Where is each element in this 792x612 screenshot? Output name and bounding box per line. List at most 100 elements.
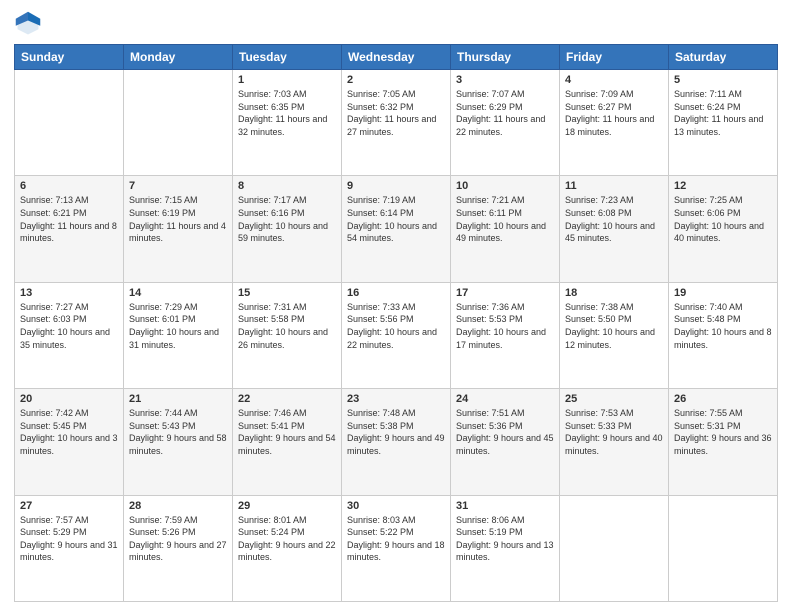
- day-number: 15: [238, 287, 336, 299]
- calendar-cell: 26 Sunrise: 7:55 AM Sunset: 5:31 PM Dayli…: [669, 389, 778, 495]
- calendar-table: SundayMondayTuesdayWednesdayThursdayFrid…: [14, 44, 778, 602]
- calendar-row: 1 Sunrise: 7:03 AM Sunset: 6:35 PM Daylig…: [15, 70, 778, 176]
- day-number: 8: [238, 180, 336, 192]
- calendar-cell: 15 Sunrise: 7:31 AM Sunset: 5:58 PM Dayli…: [233, 282, 342, 388]
- day-info: Sunrise: 7:46 AM Sunset: 5:41 PM Dayligh…: [238, 407, 336, 457]
- day-number: 23: [347, 393, 445, 405]
- calendar-cell: 24Sunrise: 7:51 AM Sunset: 5:36 PM Dayli…: [451, 389, 560, 495]
- calendar-cell: [15, 70, 124, 176]
- calendar-cell: 1 Sunrise: 7:03 AM Sunset: 6:35 PM Daylig…: [233, 70, 342, 176]
- day-number: 12: [674, 180, 772, 192]
- day-info: Sunrise: 7:48 AM Sunset: 5:38 PM Dayligh…: [347, 407, 445, 457]
- day-number: 26: [674, 393, 772, 405]
- day-number: 28: [129, 500, 227, 512]
- calendar-cell: 27 Sunrise: 7:57 AM Sunset: 5:29 PM Dayli…: [15, 495, 124, 601]
- day-info: Sunrise: 7:38 AM Sunset: 5:50 PM Dayligh…: [565, 301, 663, 351]
- day-info: Sunrise: 7:44 AM Sunset: 5:43 PM Dayligh…: [129, 407, 227, 457]
- day-number: 6: [20, 180, 118, 192]
- day-number: 21: [129, 393, 227, 405]
- day-number: 9: [347, 180, 445, 192]
- day-number: 14: [129, 287, 227, 299]
- day-info: Sunrise: 7:40 AM Sunset: 5:48 PM Dayligh…: [674, 301, 772, 351]
- day-number: 4: [565, 74, 663, 86]
- calendar-cell: 10 Sunrise: 7:21 AM Sunset: 6:11 PM Dayli…: [451, 176, 560, 282]
- day-number: 29: [238, 500, 336, 512]
- day-info: Sunrise: 8:06 AM Sunset: 5:19 PM Dayligh…: [456, 514, 554, 564]
- day-number: 27: [20, 500, 118, 512]
- calendar-cell: 7 Sunrise: 7:15 AM Sunset: 6:19 PM Daylig…: [124, 176, 233, 282]
- calendar-row: 6 Sunrise: 7:13 AM Sunset: 6:21 PM Daylig…: [15, 176, 778, 282]
- calendar-cell: [124, 70, 233, 176]
- day-info: Sunrise: 8:03 AM Sunset: 5:22 PM Dayligh…: [347, 514, 445, 564]
- page: SundayMondayTuesdayWednesdayThursdayFrid…: [0, 0, 792, 612]
- header: [14, 10, 778, 38]
- day-number: 22: [238, 393, 336, 405]
- calendar-cell: 16 Sunrise: 7:33 AM Sunset: 5:56 PM Dayli…: [342, 282, 451, 388]
- day-number: 2: [347, 74, 445, 86]
- day-info: Sunrise: 7:03 AM Sunset: 6:35 PM Dayligh…: [238, 88, 336, 138]
- day-info: Sunrise: 7:29 AM Sunset: 6:01 PM Dayligh…: [129, 301, 227, 351]
- day-info: Sunrise: 7:19 AM Sunset: 6:14 PM Dayligh…: [347, 194, 445, 244]
- calendar-cell: 2 Sunrise: 7:05 AM Sunset: 6:32 PM Daylig…: [342, 70, 451, 176]
- calendar-row: 27 Sunrise: 7:57 AM Sunset: 5:29 PM Dayli…: [15, 495, 778, 601]
- weekday-header: Friday: [560, 45, 669, 70]
- day-number: 13: [20, 287, 118, 299]
- day-number: 5: [674, 74, 772, 86]
- day-info: Sunrise: 7:07 AM Sunset: 6:29 PM Dayligh…: [456, 88, 554, 138]
- day-info: Sunrise: 7:59 AM Sunset: 5:26 PM Dayligh…: [129, 514, 227, 564]
- day-info: Sunrise: 7:21 AM Sunset: 6:11 PM Dayligh…: [456, 194, 554, 244]
- weekday-header: Tuesday: [233, 45, 342, 70]
- day-number: 11: [565, 180, 663, 192]
- calendar-cell: 12Sunrise: 7:25 AM Sunset: 6:06 PM Dayli…: [669, 176, 778, 282]
- calendar-cell: 20Sunrise: 7:42 AM Sunset: 5:45 PM Dayli…: [15, 389, 124, 495]
- logo: [14, 10, 46, 38]
- day-info: Sunrise: 7:31 AM Sunset: 5:58 PM Dayligh…: [238, 301, 336, 351]
- day-number: 18: [565, 287, 663, 299]
- weekday-header: Saturday: [669, 45, 778, 70]
- calendar-cell: 30 Sunrise: 8:03 AM Sunset: 5:22 PM Dayli…: [342, 495, 451, 601]
- day-info: Sunrise: 7:51 AM Sunset: 5:36 PM Dayligh…: [456, 407, 554, 457]
- day-number: 25: [565, 393, 663, 405]
- day-number: 16: [347, 287, 445, 299]
- calendar-row: 13 Sunrise: 7:27 AM Sunset: 6:03 PM Dayli…: [15, 282, 778, 388]
- day-number: 10: [456, 180, 554, 192]
- calendar-cell: 8 Sunrise: 7:17 AM Sunset: 6:16 PM Daylig…: [233, 176, 342, 282]
- calendar-row: 20Sunrise: 7:42 AM Sunset: 5:45 PM Dayli…: [15, 389, 778, 495]
- day-number: 1: [238, 74, 336, 86]
- day-info: Sunrise: 7:33 AM Sunset: 5:56 PM Dayligh…: [347, 301, 445, 351]
- day-info: Sunrise: 7:15 AM Sunset: 6:19 PM Dayligh…: [129, 194, 227, 244]
- day-number: 20: [20, 393, 118, 405]
- calendar-cell: 19Sunrise: 7:40 AM Sunset: 5:48 PM Dayli…: [669, 282, 778, 388]
- day-number: 17: [456, 287, 554, 299]
- calendar-cell: 6 Sunrise: 7:13 AM Sunset: 6:21 PM Daylig…: [15, 176, 124, 282]
- day-info: Sunrise: 7:27 AM Sunset: 6:03 PM Dayligh…: [20, 301, 118, 351]
- day-info: Sunrise: 7:09 AM Sunset: 6:27 PM Dayligh…: [565, 88, 663, 138]
- calendar-cell: [669, 495, 778, 601]
- day-info: Sunrise: 7:57 AM Sunset: 5:29 PM Dayligh…: [20, 514, 118, 564]
- calendar-cell: 28 Sunrise: 7:59 AM Sunset: 5:26 PM Dayli…: [124, 495, 233, 601]
- day-info: Sunrise: 7:53 AM Sunset: 5:33 PM Dayligh…: [565, 407, 663, 457]
- calendar-cell: 21 Sunrise: 7:44 AM Sunset: 5:43 PM Dayli…: [124, 389, 233, 495]
- calendar-cell: 31 Sunrise: 8:06 AM Sunset: 5:19 PM Dayli…: [451, 495, 560, 601]
- day-number: 30: [347, 500, 445, 512]
- calendar-cell: 17 Sunrise: 7:36 AM Sunset: 5:53 PM Dayli…: [451, 282, 560, 388]
- calendar-cell: 9 Sunrise: 7:19 AM Sunset: 6:14 PM Daylig…: [342, 176, 451, 282]
- day-number: 31: [456, 500, 554, 512]
- weekday-header: Monday: [124, 45, 233, 70]
- day-info: Sunrise: 7:55 AM Sunset: 5:31 PM Dayligh…: [674, 407, 772, 457]
- calendar-cell: 4 Sunrise: 7:09 AM Sunset: 6:27 PM Daylig…: [560, 70, 669, 176]
- day-info: Sunrise: 7:17 AM Sunset: 6:16 PM Dayligh…: [238, 194, 336, 244]
- calendar-cell: 25 Sunrise: 7:53 AM Sunset: 5:33 PM Dayli…: [560, 389, 669, 495]
- day-info: Sunrise: 7:05 AM Sunset: 6:32 PM Dayligh…: [347, 88, 445, 138]
- day-number: 3: [456, 74, 554, 86]
- weekday-header: Wednesday: [342, 45, 451, 70]
- calendar-cell: 18 Sunrise: 7:38 AM Sunset: 5:50 PM Dayli…: [560, 282, 669, 388]
- day-info: Sunrise: 7:36 AM Sunset: 5:53 PM Dayligh…: [456, 301, 554, 351]
- calendar-cell: 13 Sunrise: 7:27 AM Sunset: 6:03 PM Dayli…: [15, 282, 124, 388]
- calendar-cell: 11Sunrise: 7:23 AM Sunset: 6:08 PM Dayli…: [560, 176, 669, 282]
- day-info: Sunrise: 7:13 AM Sunset: 6:21 PM Dayligh…: [20, 194, 118, 244]
- weekday-header: Sunday: [15, 45, 124, 70]
- day-number: 7: [129, 180, 227, 192]
- calendar-cell: [560, 495, 669, 601]
- day-info: Sunrise: 8:01 AM Sunset: 5:24 PM Dayligh…: [238, 514, 336, 564]
